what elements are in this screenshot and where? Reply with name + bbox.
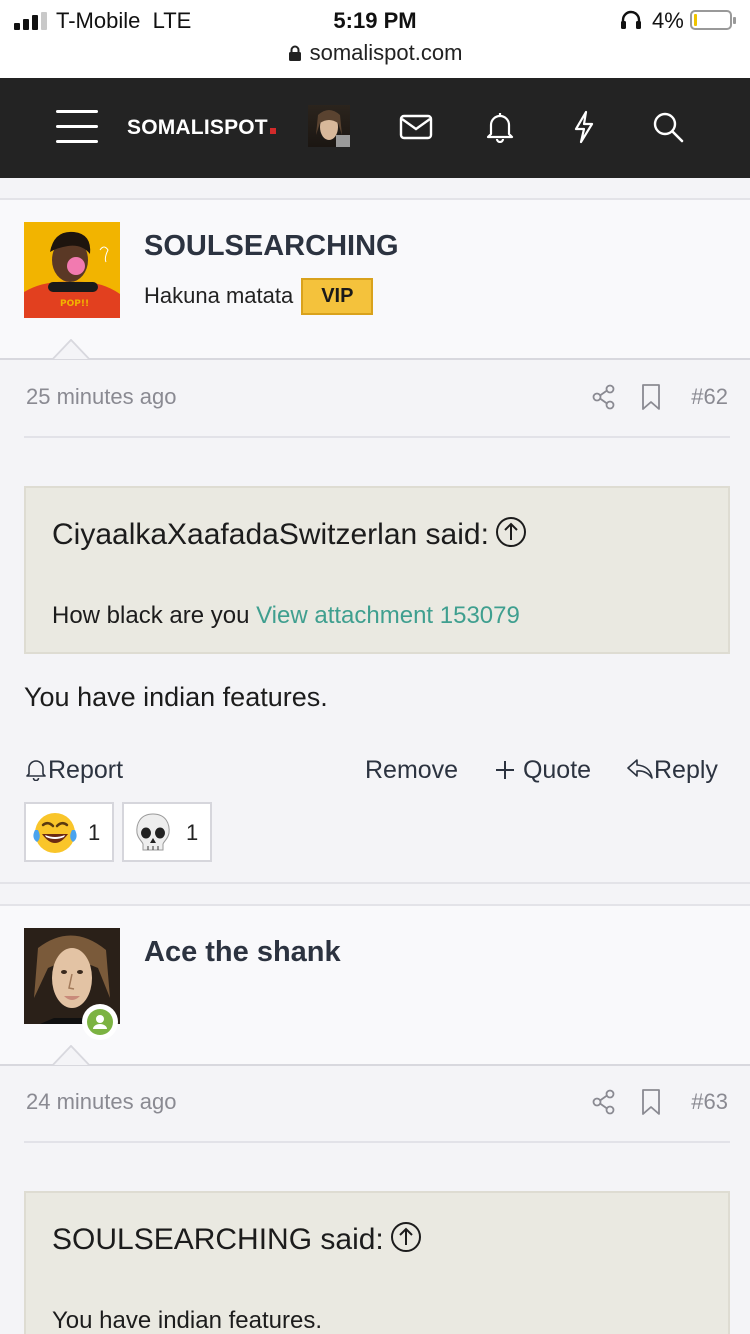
reply-label: Reply bbox=[654, 756, 718, 784]
quote-header[interactable]: CiyaalkaXaafadaSwitzerlan said: bbox=[52, 516, 527, 552]
vip-badge: VIP bbox=[301, 278, 374, 315]
quote-block: CiyaalkaXaafadaSwitzerlan said: How blac… bbox=[24, 486, 730, 654]
author-name[interactable]: Ace the shank bbox=[144, 936, 341, 969]
quote-author: SOULSEARCHING said: bbox=[52, 1223, 384, 1256]
post-author-header: Ace the shank bbox=[0, 904, 750, 1066]
quote-label: Quote bbox=[522, 756, 592, 784]
post-time[interactable]: 25 minutes ago bbox=[26, 384, 176, 410]
reply-button[interactable]: Reply bbox=[626, 756, 718, 785]
top-nav: SOMALISPOT bbox=[0, 78, 750, 178]
logo-text: SOMALISPOT bbox=[127, 116, 268, 139]
author-name[interactable]: SOULSEARCHING bbox=[144, 230, 399, 263]
report-button[interactable]: Report bbox=[24, 756, 123, 785]
battery-percent: 4% bbox=[652, 8, 684, 33]
meta-divider bbox=[24, 1141, 730, 1143]
headphones-icon bbox=[621, 10, 641, 29]
remove-button[interactable]: Remove bbox=[365, 756, 458, 785]
author-avatar[interactable]: POP!! bbox=[24, 222, 120, 318]
quote-author: CiyaalkaXaafadaSwitzerlan said: bbox=[52, 518, 489, 551]
plus-icon bbox=[496, 761, 514, 779]
bell-icon bbox=[26, 760, 46, 782]
quote-body: You have indian features. bbox=[52, 1307, 322, 1334]
post-author-header: POP!! SOULSEARCHING Hakuna matata VIP bbox=[0, 198, 750, 360]
battery-icon bbox=[690, 10, 736, 30]
quote-button[interactable]: Quote bbox=[494, 756, 591, 785]
arrow-up-circle-icon[interactable] bbox=[495, 516, 527, 548]
quote-body: How black are you View attachment 153079 bbox=[52, 602, 520, 630]
lock-icon bbox=[288, 45, 301, 61]
post-number[interactable]: #63 bbox=[660, 1089, 728, 1115]
laughing-tears-icon bbox=[33, 813, 77, 853]
post-divider bbox=[0, 882, 750, 884]
reaction-skull[interactable]: 1 bbox=[122, 802, 212, 862]
attachment-link[interactable]: View attachment 153079 bbox=[256, 602, 520, 629]
user-title-text: Hakuna matata bbox=[144, 283, 294, 308]
mail-icon[interactable] bbox=[398, 109, 434, 145]
caret-pointer bbox=[52, 339, 90, 359]
skull-icon bbox=[136, 813, 170, 851]
reaction-laughing[interactable]: 1 bbox=[24, 802, 114, 862]
quote-block: SOULSEARCHING said: You have indian feat… bbox=[24, 1191, 730, 1334]
share-icon[interactable] bbox=[590, 1088, 618, 1116]
arrow-up-circle-icon[interactable] bbox=[390, 1221, 422, 1253]
caret-pointer bbox=[52, 1045, 90, 1065]
user-avatar[interactable] bbox=[308, 105, 350, 147]
online-status-icon bbox=[82, 1004, 118, 1040]
meta-divider bbox=[24, 436, 730, 438]
quote-header[interactable]: SOULSEARCHING said: bbox=[52, 1221, 422, 1257]
post-number[interactable]: #62 bbox=[660, 384, 728, 410]
share-icon[interactable] bbox=[590, 383, 618, 411]
reply-icon bbox=[627, 759, 653, 779]
site-logo[interactable]: SOMALISPOT bbox=[127, 116, 276, 140]
svg-text:POP!!: POP!! bbox=[60, 299, 89, 309]
search-icon[interactable] bbox=[650, 109, 686, 145]
address-bar[interactable]: somalispot.com bbox=[0, 40, 750, 66]
post-message: You have indian features. bbox=[24, 682, 328, 712]
user-title: Hakuna matata VIP bbox=[144, 278, 374, 315]
quote-text: How black are you bbox=[52, 602, 250, 629]
url-text: somalispot.com bbox=[309, 40, 463, 65]
post-time[interactable]: 24 minutes ago bbox=[26, 1089, 176, 1115]
menu-icon[interactable] bbox=[56, 110, 98, 144]
report-label: Report bbox=[48, 756, 124, 784]
bell-icon[interactable] bbox=[482, 109, 518, 145]
reaction-count: 1 bbox=[88, 820, 101, 845]
status-bar: T-Mobile LTE 5:19 PM 4% somalispot.com bbox=[0, 0, 750, 78]
lightning-icon[interactable] bbox=[566, 109, 602, 145]
reaction-count: 1 bbox=[186, 820, 199, 845]
